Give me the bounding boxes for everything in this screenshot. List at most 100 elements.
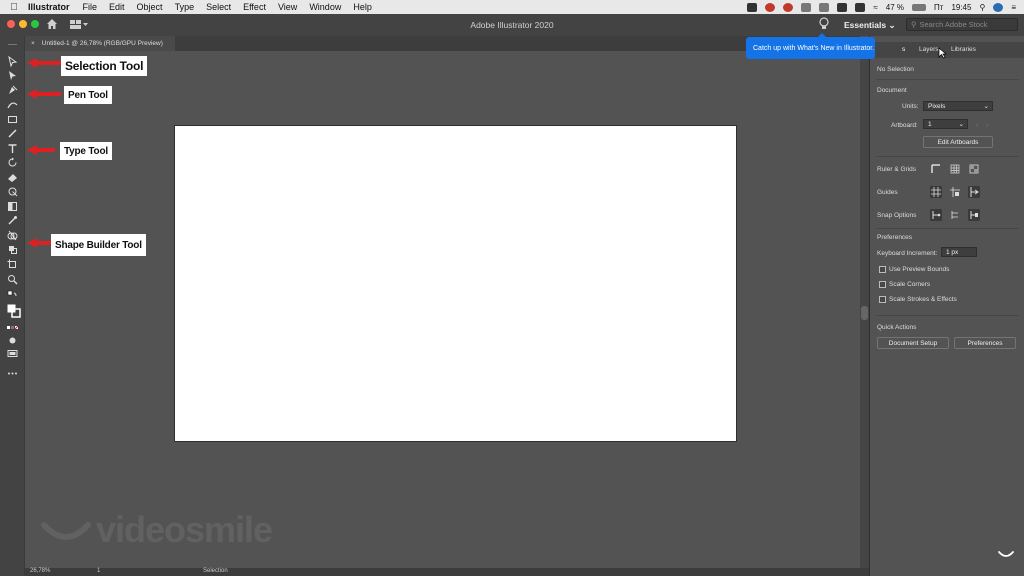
ruler-grids-label: Ruler & Grids	[877, 166, 917, 173]
artboard-navigator[interactable]: 1	[97, 568, 100, 574]
rectangle-tool-icon[interactable]	[6, 114, 19, 125]
more-tools-icon[interactable]	[6, 368, 19, 379]
menu-help[interactable]: Help	[353, 2, 372, 12]
direct-selection-tool-icon[interactable]	[6, 70, 19, 81]
tab-layers[interactable]: Layers	[919, 46, 939, 53]
tab-libraries[interactable]: Libraries	[951, 46, 976, 53]
record-icon[interactable]	[765, 2, 776, 12]
preferences-button[interactable]: Preferences	[954, 337, 1016, 349]
menu-object[interactable]: Object	[137, 2, 163, 12]
snap-to-pixel-icon[interactable]	[968, 209, 980, 221]
use-preview-bounds-checkbox[interactable]: Use Preview Bounds	[879, 266, 949, 273]
battery-icon[interactable]	[912, 3, 927, 11]
rulers-icon[interactable]	[930, 163, 942, 175]
paintbrush-tool-icon[interactable]	[6, 128, 19, 139]
current-tool-status[interactable]: Selection	[203, 568, 228, 574]
free-transform-tool-icon[interactable]	[6, 186, 19, 197]
chevron-down-icon[interactable]	[998, 551, 1014, 559]
default-colors-icon[interactable]	[6, 290, 19, 301]
zoom-level[interactable]: 26,78%	[30, 568, 50, 574]
lightbulb-icon[interactable]	[818, 17, 830, 31]
scrollbar-thumb[interactable]	[861, 306, 868, 320]
search-placeholder: Search Adobe Stock	[919, 20, 988, 29]
units-select[interactable]: Pixels ⌄	[923, 101, 993, 111]
shape-builder-tool-icon[interactable]	[6, 230, 19, 241]
canvas-vertical-scrollbar[interactable]	[860, 51, 869, 568]
notification-center-icon[interactable]: ≡	[1011, 3, 1016, 12]
scale-strokes-effects-checkbox[interactable]: Scale Strokes & Effects	[879, 296, 957, 303]
keyboard-icon[interactable]	[837, 2, 848, 12]
snap-to-grid-icon[interactable]	[949, 209, 961, 221]
smart-guides-icon[interactable]	[968, 186, 980, 198]
document-setup-button[interactable]: Document Setup	[877, 337, 949, 349]
checkbox-box[interactable]	[879, 296, 886, 303]
menu-effect[interactable]: Effect	[243, 2, 266, 12]
artboard-label: Artboard:	[891, 122, 918, 129]
menubar-time[interactable]: 19:45	[951, 3, 971, 12]
videosmile-watermark: videosmile	[40, 509, 300, 551]
checkbox-box[interactable]	[879, 281, 886, 288]
divider	[876, 315, 1019, 316]
snap-to-point-icon[interactable]	[930, 209, 942, 221]
draw-mode-icon[interactable]	[6, 335, 19, 346]
menu-view[interactable]: View	[278, 2, 297, 12]
artboard-tool-icon[interactable]	[6, 259, 19, 270]
adobe-stock-search[interactable]: ⚲ Search Adobe Stock	[906, 18, 1018, 31]
fill-stroke-swatch-icon[interactable]	[6, 304, 21, 318]
checkbox-box[interactable]	[879, 266, 886, 273]
show-guides-icon[interactable]	[930, 186, 942, 198]
edit-artboards-button[interactable]: Edit Artboards	[923, 136, 993, 148]
spotlight-icon[interactable]: ⚲	[979, 3, 985, 12]
lock-guides-icon[interactable]	[949, 186, 961, 198]
previous-artboard-icon[interactable]: ‹	[976, 122, 978, 129]
gradient-tool-icon[interactable]	[6, 201, 19, 212]
document-tab[interactable]: × Untitled-1 @ 26,78% (RGB/GPU Preview)	[25, 36, 175, 51]
siri-icon[interactable]	[993, 2, 1004, 12]
wifi-icon[interactable]: ≈	[873, 3, 877, 12]
zoom-tool-icon[interactable]	[6, 274, 19, 285]
type-tool-icon[interactable]	[6, 143, 19, 154]
scale-corners-checkbox[interactable]: Scale Corners	[879, 281, 930, 288]
artboard-select[interactable]: 1 ⌄	[923, 119, 968, 129]
document-tab-label: Untitled-1 @ 26,78% (RGB/GPU Preview)	[41, 40, 163, 47]
pen-tool-icon[interactable]	[6, 85, 19, 96]
screen-mode-icon[interactable]	[6, 348, 19, 359]
input-source-icon[interactable]	[855, 2, 866, 12]
grid-icon[interactable]	[949, 163, 961, 175]
battery-percent[interactable]: 47 %	[886, 3, 904, 12]
toolbar-grip[interactable]	[6, 41, 19, 47]
creative-cloud-icon[interactable]	[783, 2, 794, 12]
canvas-area[interactable]: videosmile	[25, 51, 860, 568]
divider	[876, 79, 1019, 80]
checkbox-label: Scale Strokes & Effects	[889, 296, 957, 303]
live-paint-tool-icon[interactable]	[6, 244, 19, 255]
menu-select[interactable]: Select	[206, 2, 231, 12]
menu-edit[interactable]: Edit	[109, 2, 125, 12]
eyedropper-tool-icon[interactable]	[6, 215, 19, 226]
menubar-day[interactable]: Пт	[934, 3, 943, 12]
mouse-cursor-icon	[938, 47, 947, 59]
menu-file[interactable]: File	[83, 2, 98, 12]
close-tab-icon[interactable]: ×	[31, 40, 35, 47]
cloud-icon[interactable]	[801, 2, 812, 12]
whats-new-tooltip[interactable]: Catch up with What's New in Illustrator.	[746, 33, 875, 59]
dropbox-icon[interactable]	[819, 2, 830, 12]
tab-properties[interactable]: s	[902, 46, 905, 53]
transparency-grid-icon[interactable]	[968, 163, 980, 175]
color-mode-icons[interactable]	[6, 323, 19, 334]
next-artboard-icon[interactable]: ›	[986, 122, 988, 129]
rotate-tool-icon[interactable]	[6, 157, 19, 168]
apple-icon[interactable]: 	[0, 2, 28, 13]
curvature-tool-icon[interactable]	[6, 99, 19, 110]
app-menu[interactable]: Illustrator	[28, 2, 70, 12]
menu-window[interactable]: Window	[309, 2, 341, 12]
menu-type[interactable]: Type	[175, 2, 195, 12]
artboard[interactable]	[175, 126, 736, 441]
keyboard-increment-field[interactable]: 1 px	[941, 247, 977, 257]
properties-panel: s Layers Libraries No Selection Document…	[869, 36, 1024, 576]
selection-tool-icon[interactable]	[6, 56, 19, 67]
workspace-switcher[interactable]: Essentials ⌄	[844, 20, 896, 31]
screen-icon[interactable]	[747, 2, 758, 12]
eraser-tool-icon[interactable]	[6, 172, 19, 183]
illustrator-window:  Illustrator File Edit Object Type Sele…	[0, 0, 1024, 576]
